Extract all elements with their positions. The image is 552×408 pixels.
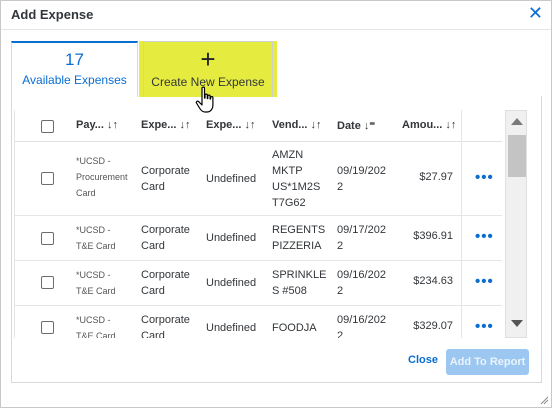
vendor-cell: FOODJA <box>272 322 317 334</box>
expense-category-cell: Undefined <box>206 277 257 289</box>
scroll-thumb[interactable] <box>508 135 526 177</box>
date-cell: 09/16/202 2 <box>337 269 386 297</box>
date-cell: 09/16/202 2 <box>337 314 386 338</box>
table-scrollbar[interactable] <box>505 110 527 338</box>
sort-icon: ↓↑ <box>106 119 118 131</box>
column-payment[interactable]: Pay... ↓↑ <box>76 119 118 131</box>
sort-icon: ↓↑ <box>310 119 322 131</box>
more-actions-icon[interactable]: ••• <box>475 273 494 290</box>
more-actions-icon[interactable]: ••• <box>475 228 494 245</box>
column-label: Expe... <box>141 119 177 131</box>
column-date[interactable]: Date ↓⁼ <box>337 119 375 132</box>
expense-type-cell: Corporate Card <box>141 314 190 338</box>
scroll-down-icon[interactable] <box>511 320 523 327</box>
column-expense-category[interactable]: Expe... ↓↑ <box>206 119 255 131</box>
hand-cursor-icon <box>195 86 214 113</box>
expense-type-cell: Corporate Card <box>141 165 190 193</box>
amount-cell: $234.63 <box>413 275 453 287</box>
column-amount[interactable]: Amou... ↓↑ <box>402 119 456 131</box>
column-label: Vend... <box>272 119 308 131</box>
expense-type-cell: Corporate Card <box>141 269 190 297</box>
row-checkbox[interactable] <box>41 172 54 185</box>
column-expense-type[interactable]: Expe... ↓↑ <box>141 119 190 131</box>
sort-icon: ↓↑ <box>445 119 457 131</box>
table-row[interactable]: *UCSD - T&E Card Corporate Card Undefine… <box>15 216 502 261</box>
more-actions-icon[interactable]: ••• <box>475 318 494 335</box>
vendor-cell: SPRINKLE S #508 <box>272 269 327 297</box>
payment-cell: *UCSD - T&E Card <box>76 315 116 338</box>
available-count: 17 <box>65 50 84 69</box>
amount-cell: $329.07 <box>413 320 453 332</box>
expense-type-cell: Corporate Card <box>141 224 190 252</box>
row-checkbox[interactable] <box>41 276 54 289</box>
payment-cell: *UCSD - Procurement Card <box>76 156 128 198</box>
expense-category-cell: Undefined <box>206 173 257 185</box>
tab-available-expenses[interactable]: 17 Available Expenses <box>11 41 138 97</box>
plus-icon: + <box>200 44 216 74</box>
available-label: Available Expenses <box>22 73 127 87</box>
row-checkbox[interactable] <box>41 232 54 245</box>
payment-cell: *UCSD - T&E Card <box>76 225 116 251</box>
dialog-header: Add Expense ✕ <box>1 1 551 30</box>
row-checkbox[interactable] <box>41 321 54 334</box>
dialog-title: Add Expense <box>11 7 94 22</box>
payment-cell: *UCSD - T&E Card <box>76 270 116 296</box>
date-cell: 09/19/202 2 <box>337 165 386 193</box>
vendor-cell: AMZN MKTP US*1M2S T7G62 <box>272 149 321 209</box>
column-label: Amou... <box>402 119 443 131</box>
table-row[interactable]: *UCSD - Procurement Card Corporate Card … <box>15 142 502 216</box>
expenses-table: Pay... ↓↑ Expe... ↓↑ Expe... ↓↑ Vend... ↓↑ D… <box>14 110 502 338</box>
more-actions-icon[interactable]: ••• <box>475 169 494 186</box>
close-button[interactable]: Close <box>408 354 438 366</box>
amount-cell: $396.91 <box>413 230 453 242</box>
table-row[interactable]: *UCSD - T&E Card Corporate Card Undefine… <box>15 306 502 338</box>
sort-icon: ↓↑ <box>244 119 256 131</box>
column-vendor[interactable]: Vend... ↓↑ <box>272 119 321 131</box>
amount-cell: $27.97 <box>419 171 453 183</box>
date-cell: 09/17/202 2 <box>337 224 386 252</box>
sort-icon: ↓↑ <box>179 119 191 131</box>
table-row[interactable]: *UCSD - T&E Card Corporate Card Undefine… <box>15 261 502 306</box>
actions-column-divider <box>461 110 462 338</box>
resize-grip-icon[interactable] <box>539 395 549 405</box>
column-label: Expe... <box>206 119 242 131</box>
table-header: Pay... ↓↑ Expe... ↓↑ Expe... ↓↑ Vend... ↓↑ D… <box>15 110 502 142</box>
sort-icon: ↓⁼ <box>363 120 376 132</box>
column-label: Date <box>337 120 361 132</box>
expense-category-cell: Undefined <box>206 232 257 244</box>
vendor-cell: REGENTS PIZZERIA <box>272 224 326 252</box>
select-all-checkbox[interactable] <box>41 120 54 133</box>
add-to-report-button[interactable]: Add To Report <box>446 349 529 375</box>
expense-category-cell: Undefined <box>206 322 257 334</box>
column-label: Pay... <box>76 119 104 131</box>
scroll-up-icon[interactable] <box>511 118 523 125</box>
close-icon[interactable]: ✕ <box>528 3 543 23</box>
